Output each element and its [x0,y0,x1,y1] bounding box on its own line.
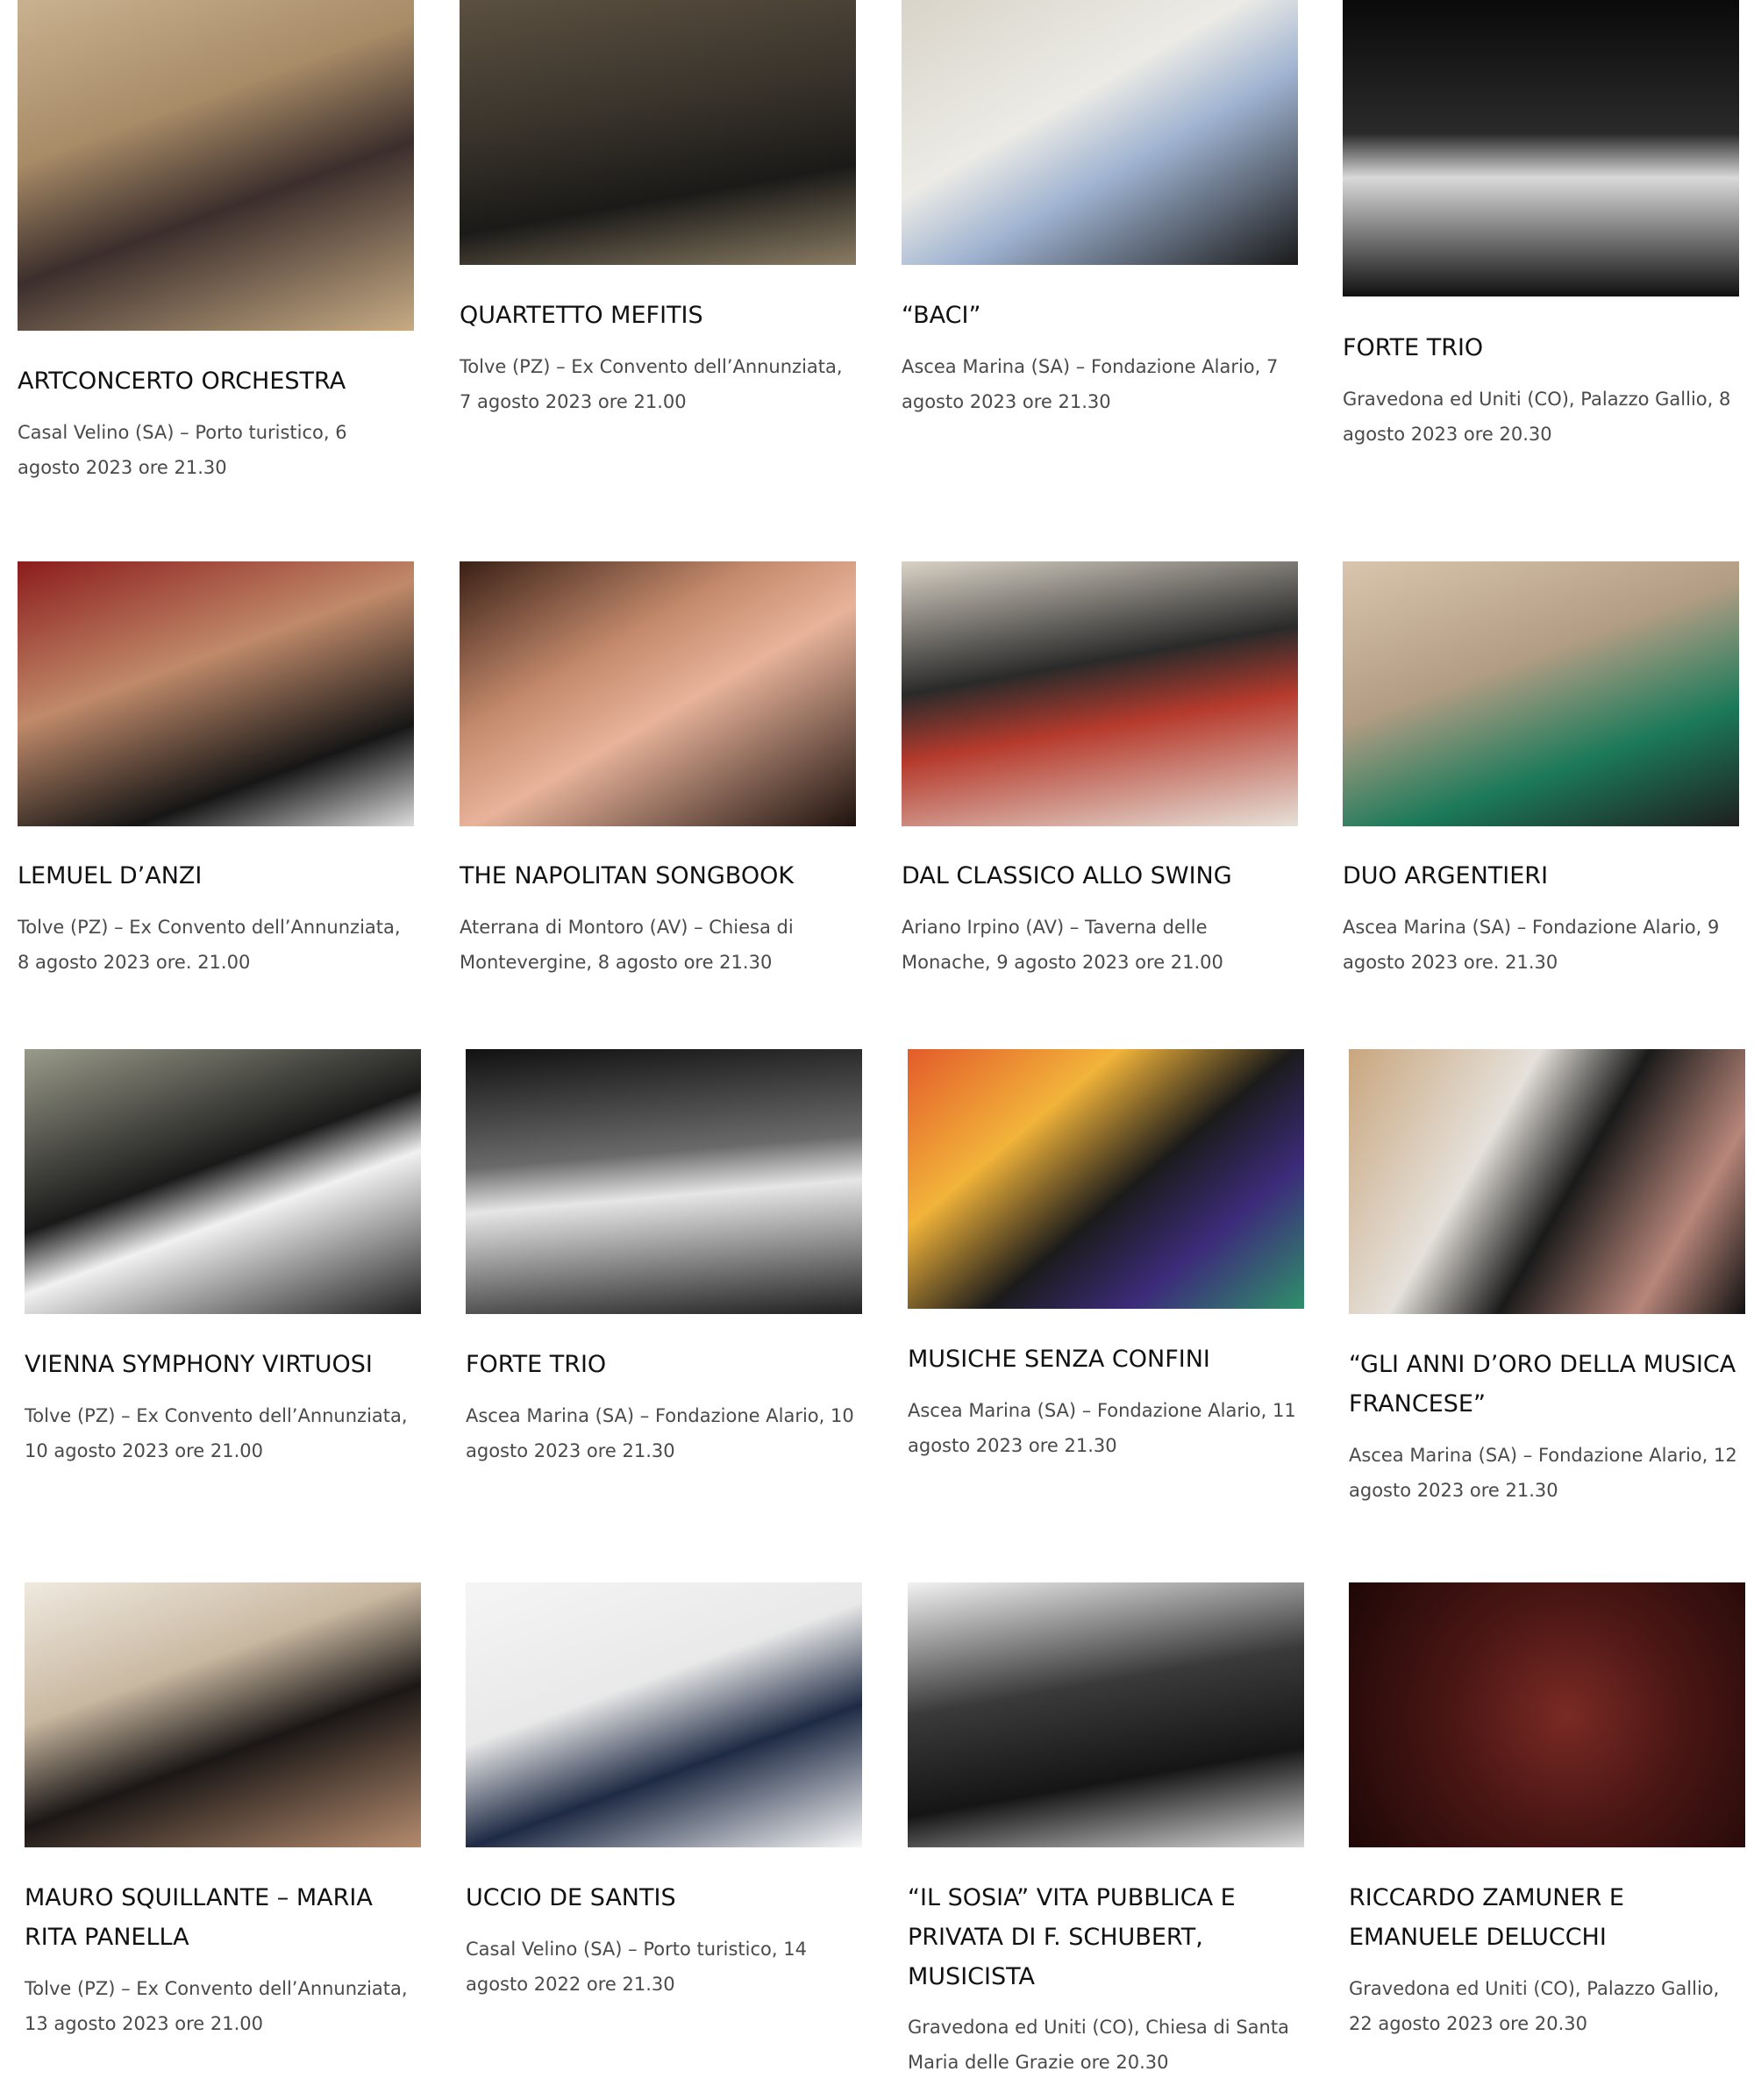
event-details: Tolve (PZ) – Ex Convento dell’Annunziata… [25,1978,408,2034]
event-photo[interactable] [18,561,414,826]
event-title[interactable]: “GLI ANNI D’ORO DELLA MUSICA FRANCESE” [1349,1345,1745,1424]
event-details: Ariano Irpino (AV) – Taverna delle Monac… [902,917,1223,973]
event-photo[interactable] [908,1582,1304,1847]
event-photo[interactable] [466,1049,862,1314]
event-photo[interactable] [25,1049,421,1314]
event-details: Tolve (PZ) – Ex Convento dell’Annunziata… [25,1405,408,1461]
event-details: Casal Velino (SA) – Porto turistico, 14 … [466,1939,807,1995]
event-details: Gravedona ed Uniti (CO), Chiesa di Santa… [908,2017,1289,2073]
event-title[interactable]: FORTE TRIO [1343,328,1739,368]
event-title[interactable]: DUO ARGENTIERI [1343,856,1739,896]
event-photo[interactable] [25,1582,421,1847]
event-title[interactable]: RICCARDO ZAMUNER E EMANUELE DELUCCHI [1349,1878,1745,1957]
event-details: Ascea Marina (SA) – Fondazione Alario, 1… [466,1405,854,1461]
event-title[interactable]: MUSICHE SENZA CONFINI [908,1339,1304,1379]
event-photo[interactable] [1343,0,1739,296]
event-photo[interactable] [908,1049,1304,1309]
event-title[interactable]: THE NAPOLITAN SONGBOOK [460,856,856,896]
event-photo[interactable] [460,561,856,826]
event-details: Gravedona ed Uniti (CO), Palazzo Gallio,… [1343,389,1731,445]
event-title[interactable]: MAURO SQUILLANTE – MARIA RITA PANELLA [25,1878,421,1957]
event-photo[interactable] [460,0,856,265]
event-details: Aterrana di Montoro (AV) – Chiesa di Mon… [460,917,794,973]
event-photo[interactable] [902,561,1298,826]
event-details: Tolve (PZ) – Ex Convento dell’Annunziata… [18,917,401,973]
event-details: Ascea Marina (SA) – Fondazione Alario, 1… [1349,1445,1737,1501]
event-title[interactable]: QUARTETTO MEFITIS [460,296,856,335]
event-title[interactable]: UCCIO DE SANTIS [466,1878,862,1918]
event-title[interactable]: DAL CLASSICO ALLO SWING [902,856,1298,896]
event-details: Casal Velino (SA) – Porto turistico, 6 a… [18,422,347,478]
event-photo[interactable] [1343,561,1739,826]
event-details: Tolve (PZ) – Ex Convento dell’Annunziata… [460,356,843,412]
event-photo[interactable] [466,1582,862,1847]
event-title[interactable]: “IL SOSIA” VITA PUBBLICA E PRIVATA DI F.… [908,1878,1304,1996]
event-photo[interactable] [1349,1582,1745,1847]
event-photo[interactable] [1349,1049,1745,1314]
event-photo[interactable] [902,0,1298,265]
event-details: Ascea Marina (SA) – Fondazione Alario, 9… [1343,917,1720,973]
event-title[interactable]: FORTE TRIO [466,1345,862,1384]
event-title[interactable]: VIENNA SYMPHONY VIRTUOSI [25,1345,421,1384]
event-photo[interactable] [18,0,414,331]
event-details: Ascea Marina (SA) – Fondazione Alario, 7… [902,356,1279,412]
event-title[interactable]: LEMUEL D’ANZI [18,856,414,896]
event-details: Gravedona ed Uniti (CO), Palazzo Gallio,… [1349,1978,1720,2034]
event-title[interactable]: “BACI” [902,296,1298,335]
event-title[interactable]: ARTCONCERTO ORCHESTRA [18,361,414,401]
event-details: Ascea Marina (SA) – Fondazione Alario, 1… [908,1400,1296,1456]
